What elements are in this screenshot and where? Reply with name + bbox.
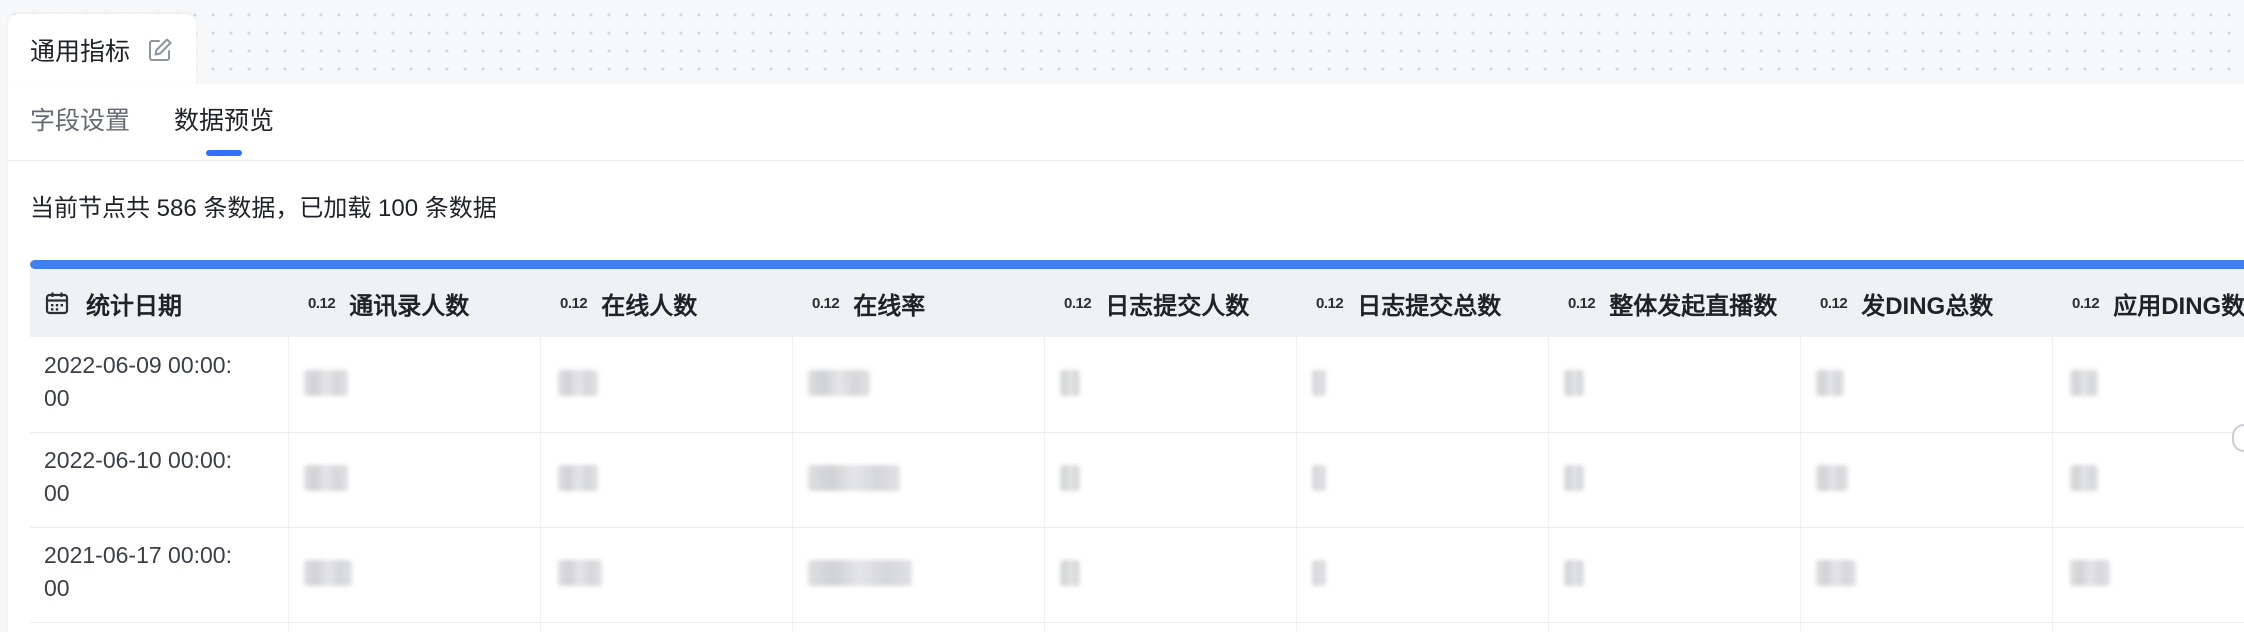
- column-header-contacts[interactable]: 0.12 通讯录人数: [308, 269, 469, 337]
- number-type-icon: 0.12: [1820, 294, 1848, 312]
- redacted-value: [1060, 370, 1080, 396]
- load-progress-fill: [30, 260, 2244, 269]
- number-type-icon: 0.12: [308, 294, 336, 312]
- table-header: 统计日期 0.12 通讯录人数 0.12 在线人数 0.12 在线率 0.12 …: [30, 269, 2244, 337]
- date-cell-line: 00: [44, 480, 70, 506]
- column-header-label: 整体发起直播数: [1609, 292, 1778, 320]
- date-cell: 2022-06-09 00:00: 00: [44, 349, 284, 415]
- redacted-value: [808, 465, 900, 491]
- column-header-label: 在线人数: [601, 292, 698, 320]
- column-header-log-submitters[interactable]: 0.12 日志提交人数: [1064, 269, 1249, 337]
- column-header-app-ding[interactable]: 0.12 应用DING数: [2072, 269, 2244, 337]
- redacted-value: [1312, 370, 1326, 396]
- column-header-live-streams[interactable]: 0.12 整体发起直播数: [1568, 269, 1777, 337]
- calendar-icon: [44, 290, 70, 316]
- table-row[interactable]: 2021-06-17 00:00: 00: [30, 527, 2244, 623]
- redacted-value: [1060, 560, 1080, 586]
- column-header-online-count[interactable]: 0.12 在线人数: [560, 269, 697, 337]
- redacted-value: [1564, 560, 1584, 586]
- tab-bar: 字段设置 数据预览: [8, 84, 2244, 161]
- redacted-value: [1312, 465, 1326, 491]
- redacted-value: [1816, 560, 1856, 586]
- active-tab-indicator: [206, 150, 242, 156]
- redacted-value: [304, 560, 352, 586]
- redacted-value: [2070, 560, 2110, 586]
- column-header-online-rate[interactable]: 0.12 在线率: [812, 269, 925, 337]
- column-header-label: 统计日期: [86, 292, 182, 320]
- redacted-value: [1564, 465, 1584, 491]
- redacted-value: [1564, 370, 1584, 396]
- column-header-label: 在线率: [853, 292, 926, 320]
- data-count-summary: 当前节点共 586 条数据，已加载 100 条数据: [30, 195, 497, 222]
- table-row[interactable]: 2022-06-10 00:00: 00: [30, 432, 2244, 528]
- redacted-value: [1060, 465, 1080, 491]
- column-header-ding-total[interactable]: 0.12 发DING总数: [1820, 269, 1993, 337]
- load-progress-bar: [30, 260, 2244, 269]
- redacted-value: [808, 560, 912, 586]
- redacted-value: [1312, 560, 1326, 586]
- node-tab[interactable]: 通用指标: [8, 14, 196, 86]
- redacted-value: [304, 465, 348, 491]
- number-type-icon: 0.12: [1568, 294, 1596, 312]
- column-header-date[interactable]: 统计日期: [44, 269, 182, 337]
- redacted-value: [1816, 370, 1844, 396]
- column-header-label: 应用DING数: [2113, 292, 2244, 320]
- date-cell-line: 2022-06-09 00:00:: [44, 352, 232, 378]
- redacted-value: [2070, 465, 2098, 491]
- preview-panel: 字段设置 数据预览 当前节点共 586 条数据，已加载 100 条数据 统计日期…: [8, 84, 2244, 632]
- date-cell: 2021-06-17 00:00: 00: [44, 539, 284, 605]
- column-header-label: 日志提交人数: [1105, 292, 1250, 320]
- tab-data-preview[interactable]: 数据预览: [174, 104, 274, 138]
- column-header-label: 发DING总数: [1861, 292, 1994, 320]
- date-cell-line: 2022-06-10 00:00:: [44, 447, 232, 473]
- date-cell-line: 00: [44, 575, 70, 601]
- edit-icon[interactable]: [146, 36, 174, 64]
- data-preview-table: 统计日期 0.12 通讯录人数 0.12 在线人数 0.12 在线率 0.12 …: [30, 269, 2244, 632]
- redacted-value: [558, 465, 598, 491]
- redacted-value: [304, 370, 348, 396]
- date-cell-line: 00: [44, 385, 70, 411]
- redacted-value: [558, 370, 598, 396]
- redacted-value: [558, 560, 602, 586]
- redacted-value: [2070, 370, 2098, 396]
- redacted-value: [808, 370, 870, 396]
- redacted-value: [1816, 465, 1848, 491]
- column-header-log-total[interactable]: 0.12 日志提交总数: [1316, 269, 1501, 337]
- tab-field-settings[interactable]: 字段设置: [30, 104, 130, 138]
- number-type-icon: 0.12: [2072, 294, 2100, 312]
- number-type-icon: 0.12: [560, 294, 588, 312]
- column-header-label: 通讯录人数: [349, 292, 470, 320]
- table-row[interactable]: 2022-06-09 00:00: 00: [30, 337, 2244, 433]
- node-title: 通用指标: [30, 38, 131, 66]
- number-type-icon: 0.12: [812, 294, 840, 312]
- date-cell-line: 2021-06-17 00:00:: [44, 542, 232, 568]
- number-type-icon: 0.12: [1316, 294, 1344, 312]
- number-type-icon: 0.12: [1064, 294, 1092, 312]
- column-header-label: 日志提交总数: [1357, 292, 1502, 320]
- date-cell: 2022-06-10 00:00: 00: [44, 444, 284, 510]
